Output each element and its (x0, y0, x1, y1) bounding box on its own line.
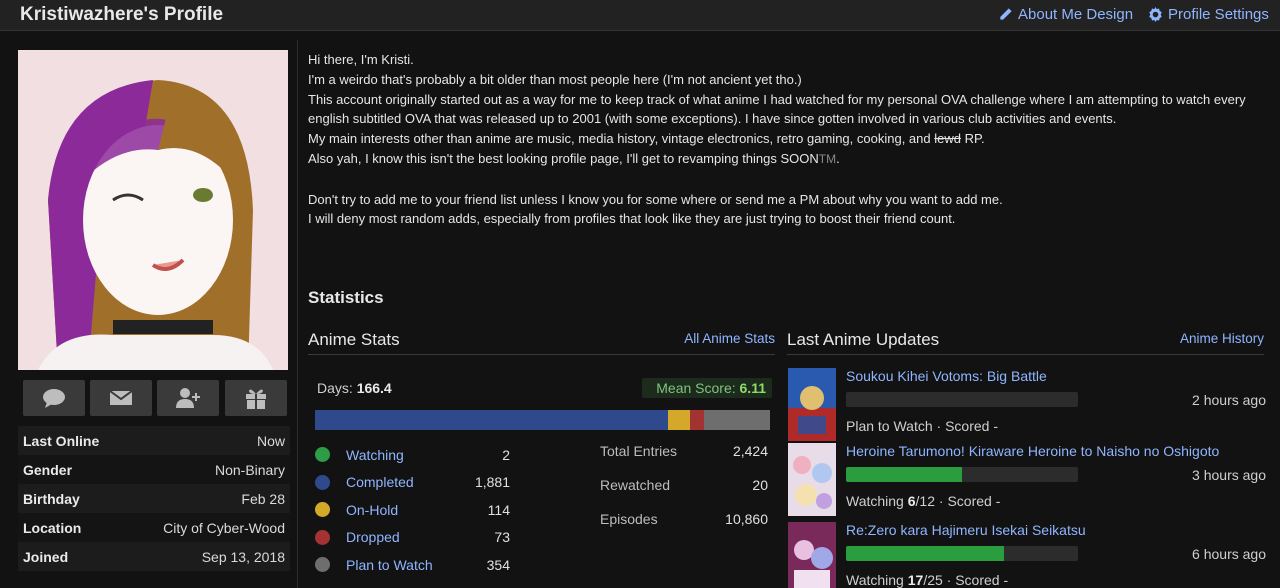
total-episodes: Episodes 10,860 (600, 511, 768, 527)
profile-actions (23, 380, 287, 416)
add-friend-button[interactable] (157, 380, 219, 416)
status-watching: Watching 2 (315, 441, 510, 469)
status-bar-segment (315, 410, 669, 430)
days-watched: Days: 166.4 (317, 380, 392, 396)
profile-sidebar: Last Online Now Gender Non-Binary Birthd… (8, 40, 298, 588)
update-title-link[interactable]: Re:Zero kara Hajimeru Isekai Seikatsu (846, 522, 1086, 538)
anime-thumbnail[interactable] (788, 368, 836, 441)
update-title-link[interactable]: Heroine Tarumono! Kiraware Heroine to Na… (846, 443, 1219, 459)
total-rewatched: Rewatched 20 (600, 477, 768, 493)
update-progress-fill (846, 546, 1004, 561)
status-dot (315, 557, 330, 573)
status-dropped: Dropped 73 (315, 524, 510, 552)
mail-icon (109, 390, 133, 405)
anime-thumbnail[interactable] (788, 522, 836, 588)
anime-history-link[interactable]: Anime History (1180, 331, 1264, 346)
anime-totals: Total Entries 2,424 Rewatched 20 Episode… (600, 443, 768, 545)
update-item: Heroine Tarumono! Kiraware Heroine to Na… (788, 443, 1266, 518)
update-progress-bar (846, 392, 1078, 407)
watching-link[interactable]: Watching (346, 447, 502, 463)
update-time: 2 hours ago (1192, 392, 1266, 408)
statistics-heading: Statistics (308, 288, 384, 307)
status-dot (315, 529, 330, 545)
update-item: Re:Zero kara Hajimeru Isekai Seikatsu 6 … (788, 522, 1266, 588)
on-hold-link[interactable]: On-Hold (346, 502, 488, 518)
profile-info-table: Last Online Now Gender Non-Binary Birthd… (18, 426, 290, 571)
last-updates-header: Last Anime Updates Anime History (787, 330, 1264, 355)
comment-button[interactable] (23, 380, 85, 416)
pencil-icon (1000, 8, 1012, 20)
status-bar-segment (703, 410, 770, 430)
update-progress-bar (846, 546, 1078, 561)
status-distribution-bar (315, 410, 770, 430)
gift-button[interactable] (225, 380, 287, 416)
profile-settings-link[interactable]: Profile Settings (1148, 6, 1269, 23)
all-anime-stats-link[interactable]: All Anime Stats (684, 331, 775, 346)
profile-header: Kristiwazhere's Profile About Me Design … (0, 0, 1280, 31)
completed-link[interactable]: Completed (346, 474, 475, 490)
gear-icon (1149, 7, 1162, 22)
update-status: Plan to Watch · Scored - (846, 418, 998, 434)
update-time: 3 hours ago (1192, 467, 1266, 483)
update-title-link[interactable]: Soukou Kihei Votoms: Big Battle (846, 368, 1047, 384)
update-progress-fill (846, 467, 962, 482)
update-item: Soukou Kihei Votoms: Big Battle 2 hours … (788, 368, 1266, 443)
page-title: Kristiwazhere's Profile (20, 4, 224, 25)
status-dot (315, 447, 330, 463)
dropped-link[interactable]: Dropped (346, 529, 494, 545)
info-birthday: Birthday Feb 28 (18, 484, 290, 513)
about-me-design-link[interactable]: About Me Design (998, 6, 1133, 23)
status-list: Watching 2 Completed 1,881 On-Hold 114 D… (315, 441, 510, 579)
update-time: 6 hours ago (1192, 546, 1266, 562)
gift-icon (246, 389, 266, 409)
status-plan-to-watch: Plan to Watch 354 (315, 551, 510, 579)
status-bar-segment (668, 410, 690, 430)
update-status: Watching 17/25 · Scored - (846, 572, 1009, 588)
status-on-hold: On-Hold 114 (315, 496, 510, 524)
info-last-online: Last Online Now (18, 426, 290, 455)
comment-icon (43, 389, 65, 408)
about-me-text: Hi there, I'm Kristi. I'm a weirdo that'… (308, 52, 1246, 227)
status-dot (315, 474, 330, 490)
update-progress-bar (846, 467, 1078, 482)
status-completed: Completed 1,881 (315, 469, 510, 497)
info-gender: Gender Non-Binary (18, 455, 290, 484)
mean-score: Mean Score: 6.11 (642, 378, 772, 398)
update-status: Watching 6/12 · Scored - (846, 493, 1001, 509)
total-entries: Total Entries 2,424 (600, 443, 768, 459)
anime-stats-header: Anime Stats All Anime Stats (308, 330, 775, 355)
plan-to-watch-link[interactable]: Plan to Watch (346, 557, 487, 573)
add-friend-icon (176, 388, 200, 408)
send-message-button[interactable] (90, 380, 152, 416)
info-location: Location City of Cyber-Wood (18, 513, 290, 542)
anime-thumbnail[interactable] (788, 443, 836, 516)
status-dot (315, 502, 330, 518)
status-bar-segment (689, 410, 704, 430)
avatar (18, 50, 288, 370)
info-joined: Joined Sep 13, 2018 (18, 542, 290, 571)
